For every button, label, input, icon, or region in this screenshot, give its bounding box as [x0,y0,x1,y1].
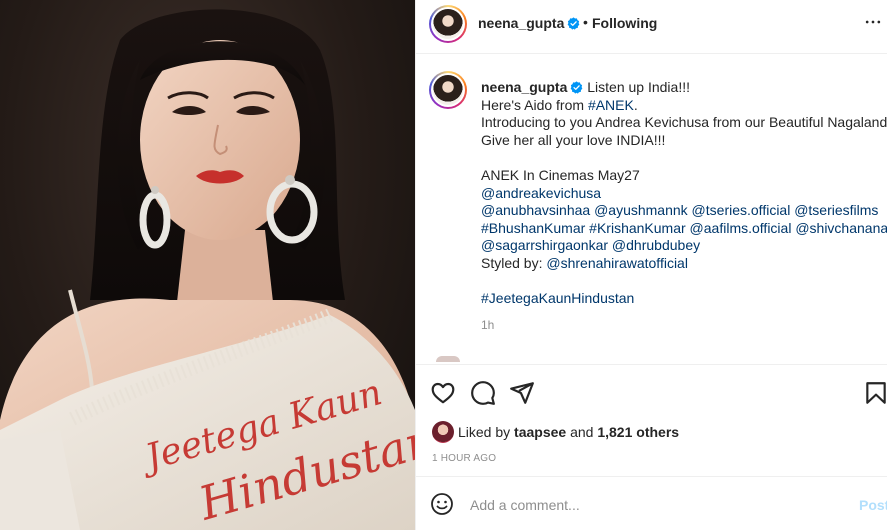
likes-prefix: Liked by [458,424,515,440]
mentions-line-9[interactable]: @sagarrshirgaonkar @dhrubdubey [481,237,881,255]
post-header: neena_gupta • Following [416,0,887,54]
mention-stylist-link[interactable]: @shrenahirawatofficial [546,255,688,271]
author-username[interactable]: neena_gupta [478,15,580,31]
hashtag-anek-link[interactable]: #ANEK [588,97,634,113]
like-button[interactable] [430,380,456,406]
emoji-icon[interactable] [430,492,454,516]
share-icon[interactable] [509,380,535,406]
caption-blank-line-2 [481,273,881,291]
bookmark-icon[interactable] [863,380,887,406]
comment-icon[interactable] [470,380,496,406]
styled-by-label: Styled by: [481,254,547,271]
likes-count[interactable]: 1,821 others [597,424,679,440]
comment-input[interactable] [470,497,840,513]
likes-text: Liked by taapsee and 1,821 others [458,424,679,440]
caption-text: neena_gupta Listen up India!!! Here's Ai… [481,79,887,335]
add-comment-bar: Post [416,476,887,530]
mentions-line-8[interactable]: #BhushanKumar #KrishanKumar @aafilms.off… [481,220,887,238]
caption-author-avatar[interactable] [429,71,467,109]
post-comment-button[interactable]: Post [859,497,887,513]
caption-time[interactable]: 1h [481,317,881,335]
post-photo-illustration: Jeetega Kaun Hindustan [0,9,415,530]
caption-section: neena_gupta Listen up India!!! Here's Ai… [416,54,887,374]
follow-separator: • [583,14,588,30]
caption-line-1: Listen up India!!! [587,79,690,95]
caption-line-4: Give her all your love INDIA!!! [481,131,666,148]
post-actions: Liked by taapsee and 1,821 others 1 HOUR… [416,364,887,494]
caption-line-5: ANEK In Cinemas May27 [481,166,640,183]
liker-username[interactable]: taapsee [514,424,566,440]
heart-icon[interactable] [430,380,456,406]
more-options-icon[interactable] [863,12,883,32]
caption-line-2-prefix: Here's Aido from [481,96,588,113]
next-comment-avatar [436,356,460,362]
comment-button[interactable] [470,380,496,406]
author-avatar[interactable] [429,5,467,43]
caption-line-3: Introducing to you Andrea Kevichusa from… [481,114,887,131]
hashtag-jeetegakaunhindustan-link[interactable]: #JeetegaKaunHindustan [481,290,881,308]
mentions-line-7[interactable]: @anubhavsinhaa @ayushmannk @tseries.offi… [481,202,881,220]
save-button[interactable] [863,380,887,406]
share-button[interactable] [509,380,535,406]
post-timestamp[interactable]: 1 HOUR AGO [432,453,496,464]
mention-andreakevichusa-link[interactable]: @andreakevichusa [481,185,881,203]
caption-author-username[interactable]: neena_gupta [481,79,567,95]
likes-middle: and [566,424,598,440]
verified-badge-icon [568,17,580,30]
caption-verified-badge-icon [571,81,583,94]
liker-avatar[interactable] [432,421,454,443]
post-side-panel: neena_gupta • Following neena_gupta List… [415,0,887,530]
following-button[interactable]: Following [592,15,657,31]
author-username-text[interactable]: neena_gupta [478,15,564,31]
caption-line-2-suffix: . [633,96,638,113]
post-photo[interactable]: Jeetega Kaun Hindustan [0,0,415,530]
